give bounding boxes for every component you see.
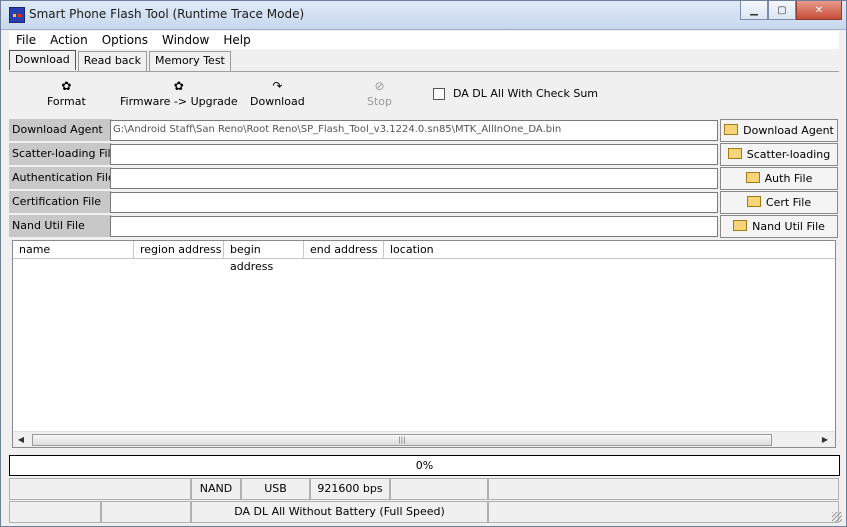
nand-row: Nand Util File Nand Util File xyxy=(9,215,839,238)
status-cell-empty xyxy=(101,501,191,523)
firmware-upgrade-button[interactable]: ✿ Firmware -> Upgrade xyxy=(120,79,238,108)
download-icon: ↷ xyxy=(272,79,283,93)
download-agent-button[interactable]: Download Agent xyxy=(720,119,838,142)
tab-download[interactable]: Download xyxy=(9,50,76,70)
format-button[interactable]: ✿ Format xyxy=(47,79,86,108)
stop-icon: ⊘ xyxy=(374,79,385,93)
cert-label: Certification File xyxy=(9,191,112,213)
menu-file[interactable]: File xyxy=(9,31,43,49)
baud-rate: 921600 bps xyxy=(310,478,390,500)
folder-icon xyxy=(746,196,761,207)
cert-field[interactable] xyxy=(110,192,718,213)
scatter-button-label: Scatter-loading xyxy=(746,148,831,161)
scrollbar-thumb[interactable]: ||| xyxy=(32,434,772,446)
menu-bar: File Action Options Window Help xyxy=(9,31,839,49)
scatter-field[interactable] xyxy=(110,144,718,165)
status-bar-top: NAND USB 921600 bps xyxy=(9,478,839,500)
partition-table[interactable]: name region address begin address end ad… xyxy=(12,240,836,448)
column-header-end-address[interactable]: end address xyxy=(304,241,384,258)
menu-window[interactable]: Window xyxy=(155,31,216,49)
nand-util-file-button[interactable]: Nand Util File xyxy=(720,215,838,238)
tab-memory-test[interactable]: Memory Test xyxy=(148,51,231,71)
menu-action[interactable]: Action xyxy=(43,31,95,49)
close-button[interactable]: ✕ xyxy=(796,1,842,20)
application-window: Smart Phone Flash Tool (Runtime Trace Mo… xyxy=(0,0,847,527)
download-button[interactable]: ↷ Download xyxy=(250,79,305,108)
folder-icon xyxy=(745,172,760,183)
status-bar-bottom: DA DL All Without Battery (Full Speed) xyxy=(9,501,839,523)
auth-file-button[interactable]: Auth File xyxy=(720,167,838,190)
folder-icon xyxy=(727,148,742,159)
stop-label: Stop xyxy=(367,95,393,108)
folder-icon xyxy=(733,220,748,231)
tab-strip: Download Read back Memory Test xyxy=(9,50,233,71)
port-type: USB xyxy=(241,478,310,500)
resize-grip-icon[interactable] xyxy=(832,512,842,522)
menu-options[interactable]: Options xyxy=(95,31,155,49)
tab-divider xyxy=(9,71,839,72)
scatter-label: Scatter-loading File xyxy=(9,143,117,165)
storage-type: NAND xyxy=(191,478,241,500)
window-title: Smart Phone Flash Tool (Runtime Trace Mo… xyxy=(29,7,305,21)
firmware-upgrade-icon: ✿ xyxy=(173,79,184,93)
column-header-region-address[interactable]: region address xyxy=(134,241,224,258)
checksum-checkbox[interactable]: DA DL All With Check Sum xyxy=(433,87,598,100)
maximize-button[interactable]: ▢ xyxy=(768,1,796,20)
cert-row: Certification File Cert File xyxy=(9,191,839,214)
auth-field[interactable] xyxy=(110,168,718,189)
scroll-right-arrow-icon[interactable]: ▶ xyxy=(817,432,833,447)
title-bar[interactable]: Smart Phone Flash Tool (Runtime Trace Mo… xyxy=(1,1,846,30)
cert-button-label: Cert File xyxy=(765,196,812,209)
table-header: name region address begin address end ad… xyxy=(13,241,835,273)
toolbar: ✿ Format ✿ Firmware -> Upgrade ↷ Downloa… xyxy=(9,75,839,117)
column-header-location[interactable]: location xyxy=(384,241,835,258)
status-cell-empty xyxy=(390,478,488,500)
scatter-row: Scatter-loading File Scatter-loading xyxy=(9,143,839,166)
download-agent-row: Download Agent G:\Android Staff\San Reno… xyxy=(9,119,839,142)
progress-text: 0% xyxy=(415,459,434,472)
window-controls: ▁ ▢ ✕ xyxy=(740,1,842,20)
status-cell-empty xyxy=(9,501,101,523)
auth-label: Authentication File xyxy=(9,167,115,189)
download-label: Download xyxy=(250,95,305,108)
minimize-button[interactable]: ▁ xyxy=(740,1,768,20)
download-agent-field[interactable]: G:\Android Staff\San Reno\Root Reno\SP_F… xyxy=(110,120,718,141)
nand-label: Nand Util File xyxy=(9,215,112,237)
checkbox-square[interactable] xyxy=(433,87,445,100)
stop-button[interactable]: ⊘ Stop xyxy=(367,79,392,108)
auth-row: Authentication File Auth File xyxy=(9,167,839,190)
status-cell-empty xyxy=(9,478,191,500)
checksum-label: DA DL All With Check Sum xyxy=(453,87,599,100)
menu-help[interactable]: Help xyxy=(216,31,257,49)
status-cell-empty xyxy=(488,501,839,523)
column-header-begin-address[interactable]: begin address xyxy=(224,241,304,273)
download-mode: DA DL All Without Battery (Full Speed) xyxy=(191,501,488,523)
download-agent-label: Download Agent xyxy=(9,119,112,141)
auth-button-label: Auth File xyxy=(764,172,813,185)
horizontal-scrollbar[interactable]: ◀ ||| ▶ xyxy=(13,431,835,447)
column-header-name[interactable]: name xyxy=(13,241,134,258)
nand-button-label: Nand Util File xyxy=(752,220,825,233)
status-cell-empty xyxy=(488,478,839,500)
folder-icon xyxy=(724,124,739,135)
tab-read-back[interactable]: Read back xyxy=(77,51,147,71)
cert-file-button[interactable]: Cert File xyxy=(720,191,838,214)
scatter-loading-button[interactable]: Scatter-loading xyxy=(720,143,838,166)
scroll-left-arrow-icon[interactable]: ◀ xyxy=(13,432,29,447)
progress-bar: 0% xyxy=(9,455,840,476)
format-label: Format xyxy=(47,95,86,108)
download-agent-button-label: Download Agent xyxy=(743,124,834,137)
app-icon xyxy=(9,7,25,23)
format-icon: ✿ xyxy=(61,79,72,93)
nand-field[interactable] xyxy=(110,216,718,237)
firmware-upgrade-label: Firmware -> Upgrade xyxy=(120,95,238,108)
